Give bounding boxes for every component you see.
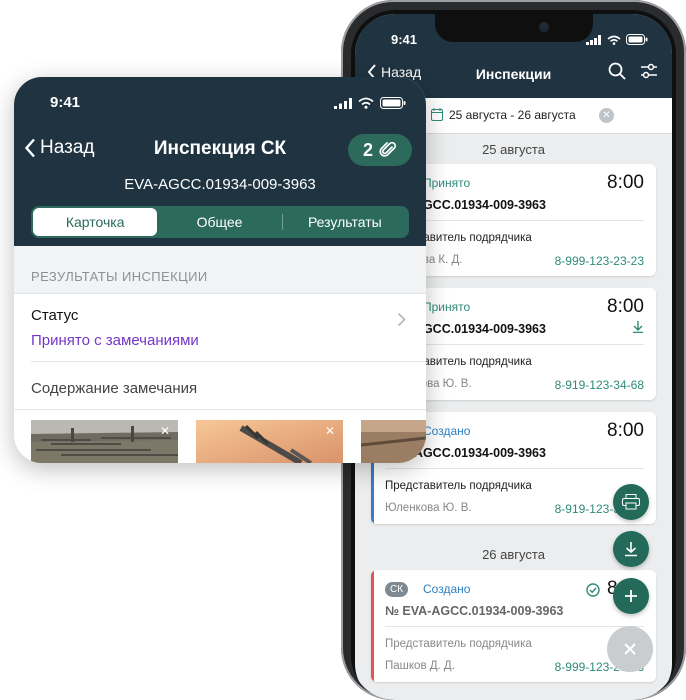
card-time: 8:00 xyxy=(607,172,644,193)
detail-header: 9:41 Назад Инспекция СК 2 EVA-AGCC.01934… xyxy=(14,77,426,246)
stage: 9:41 Назад Инспекции 25 августа - 26 авг… xyxy=(0,0,686,700)
plus-icon xyxy=(625,590,637,602)
printer-icon xyxy=(622,494,640,510)
battery-icon xyxy=(380,97,406,109)
attachments-count: 2 xyxy=(362,139,373,160)
filter-sliders-icon xyxy=(641,63,657,79)
status-time: 9:41 xyxy=(391,32,418,47)
section-title: РЕЗУЛЬТАТЫ ИНСПЕКЦИИ xyxy=(31,269,208,284)
card-divider xyxy=(385,468,644,469)
card-badge: СК xyxy=(385,582,409,597)
filter-button[interactable] xyxy=(640,62,658,85)
wifi-icon xyxy=(358,97,374,109)
close-fab-button[interactable] xyxy=(607,626,653,672)
chevron-right-icon[interactable] xyxy=(397,312,406,332)
photo-thumbnail[interactable]: ✕ xyxy=(31,420,178,463)
search-icon xyxy=(608,62,626,80)
status-time: 9:41 xyxy=(50,94,81,111)
section-header: РЕЗУЛЬТАТЫ ИНСПЕКЦИИ xyxy=(14,246,426,294)
card-name: Пашков Д. Д. xyxy=(385,660,455,672)
card-status: Принято xyxy=(423,176,471,190)
add-button[interactable] xyxy=(613,578,649,614)
status-icons xyxy=(334,97,406,109)
photo-thumbnail[interactable] xyxy=(361,420,426,463)
remove-photo-button[interactable]: ✕ xyxy=(158,424,172,438)
status-value[interactable]: Принято с замечаниями xyxy=(31,332,199,349)
remark-label: Содержание замечания xyxy=(31,380,198,397)
status-label: Статус xyxy=(31,307,79,324)
card-time: 8:00 xyxy=(607,296,644,317)
print-button[interactable] xyxy=(613,484,649,520)
close-icon xyxy=(624,643,636,655)
camera-icon xyxy=(539,22,549,32)
download-button[interactable] xyxy=(613,531,649,567)
crane-photo xyxy=(196,420,343,463)
card-rep-label: Представитель подрядчика xyxy=(385,480,532,492)
tab-card[interactable]: Карточка xyxy=(33,208,158,236)
card-status: Создано xyxy=(423,582,471,596)
attachments-button[interactable]: 2 xyxy=(348,134,412,166)
segmented-tabs: Карточка Общее Результаты xyxy=(31,206,409,238)
tab-general[interactable]: Общее xyxy=(157,208,281,236)
divider xyxy=(14,409,426,410)
card-status: Создано xyxy=(423,424,471,438)
card-number: № EVA-AGCC.01934-009-3963 xyxy=(385,604,564,618)
wifi-icon xyxy=(607,35,621,45)
paperclip-icon xyxy=(379,141,397,157)
tab-results[interactable]: Результаты xyxy=(283,208,407,236)
construction-site-photo xyxy=(31,420,178,463)
search-button[interactable] xyxy=(608,62,626,85)
battery-icon xyxy=(626,34,648,45)
download-status-icon xyxy=(632,320,644,338)
card-phone[interactable]: 8-999-123-23-23 xyxy=(555,254,644,268)
inspection-number: EVA-AGCC.01934-009-3963 xyxy=(124,176,316,193)
card-status: Принято xyxy=(423,300,471,314)
card-time: 8:00 xyxy=(607,420,644,441)
divider xyxy=(31,361,426,362)
remove-photo-button[interactable]: ✕ xyxy=(323,424,337,438)
date-range: 25 августа - 26 августа xyxy=(449,108,576,122)
card-phone[interactable]: 8-919-123-34-68 xyxy=(555,378,644,392)
signal-icon xyxy=(334,97,352,109)
download-icon xyxy=(625,542,637,557)
card-rep-label: Представитель подрядчика xyxy=(385,638,532,650)
inspection-detail-card: 9:41 Назад Инспекция СК 2 EVA-AGCC.01934… xyxy=(14,77,426,463)
calendar-icon xyxy=(431,108,443,121)
card-name: Юленкова Ю. В. xyxy=(385,502,472,514)
status-icons xyxy=(586,34,648,45)
clear-date-button[interactable]: ✕ xyxy=(599,108,614,123)
card-accent-bar xyxy=(371,570,374,682)
check-circle-icon xyxy=(586,583,600,597)
site-photo xyxy=(361,420,426,463)
card-divider xyxy=(385,626,644,627)
photo-thumbnail[interactable]: ✕ xyxy=(196,420,343,463)
phone-notch xyxy=(435,14,593,42)
